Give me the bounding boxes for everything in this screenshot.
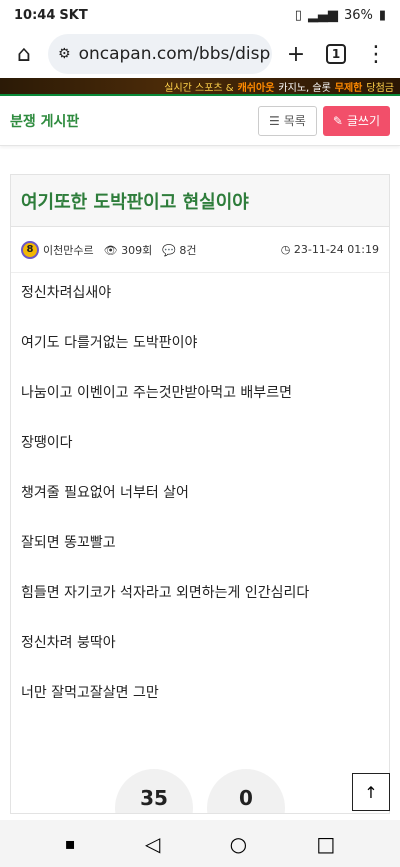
body-line: 챙겨줄 필요없어 너부터 살어 — [21, 485, 189, 501]
scroll-to-top-button[interactable]: ↑ — [352, 773, 390, 811]
android-nav-bar: ▪ ◁ ○ □ — [0, 820, 400, 867]
home-icon[interactable]: ⌂ — [8, 38, 40, 70]
post-card: 여기또한 도박판이고 현실이야 8 이천만수르 👁 309회 💬 8건 ◷ 23… — [10, 174, 390, 814]
status-carrier: SKT — [59, 7, 88, 23]
body-line: 잘되면 똥꼬빨고 — [21, 535, 116, 551]
tab-switcher-button[interactable]: 1 — [320, 38, 352, 70]
upvote-button[interactable]: 35 👍 — [115, 769, 193, 813]
comments: 💬 8건 — [162, 242, 196, 258]
board-actions: ☰ 목록 ✎ 글쓰기 — [257, 105, 390, 136]
banner-suffix: 당첨금 — [366, 82, 394, 94]
browser-toolbar: ⌂ ⚙ oncapan.com/bbs/disp + 1 ⋮ — [0, 30, 400, 78]
new-tab-icon[interactable]: + — [280, 38, 312, 70]
body-line: 힘들면 자기코가 석자라고 외면하는게 인간심리다 — [21, 585, 310, 601]
body-line: 여기도 다를거없는 도박판이야 — [21, 335, 198, 351]
promo-banner[interactable]: 실시간 스포츠 & 캐쉬아웃 카지노, 슬롯 무제한 당첨금 — [0, 78, 400, 96]
post-title: 여기또한 도박판이고 현실이야 — [11, 175, 389, 227]
overview-icon[interactable]: □ — [316, 832, 335, 856]
pencil-icon: ✎ — [332, 113, 343, 128]
board-title[interactable]: 분쟁 게시판 — [10, 111, 79, 131]
eye-icon: 👁 — [103, 243, 118, 257]
status-bar: 10:44 SKT ▯ ▂▄▆ 36% ▮ — [0, 0, 400, 30]
author-name: 이천만수르 — [43, 243, 94, 257]
write-button-label: 글쓰기 — [346, 114, 380, 128]
body-line: 너만 잘먹고잘살면 그만 — [21, 685, 159, 701]
author[interactable]: 8 이천만수르 — [21, 240, 94, 259]
post-meta: 8 이천만수르 👁 309회 💬 8건 ◷ 23-11-24 01:19 — [11, 227, 389, 273]
url-bar[interactable]: ⚙ oncapan.com/bbs/disp — [48, 34, 272, 74]
arrow-up-icon: ↑ — [364, 782, 378, 802]
body-line: 나눔이고 이벤이고 주는것만받아먹고 배부르면 — [21, 385, 292, 401]
body-line: 정신차려 붕딱아 — [21, 635, 116, 651]
level-badge-icon: 8 — [21, 240, 39, 259]
body-line: 장땡이다 — [21, 435, 73, 451]
list-icon: ☰ — [268, 113, 280, 128]
write-button[interactable]: ✎ 글쓰기 — [322, 105, 390, 136]
home-nav-icon[interactable]: ○ — [230, 832, 247, 856]
list-button[interactable]: ☰ 목록 — [257, 105, 317, 136]
upvote-count: 35 — [140, 786, 168, 810]
downvote-button[interactable]: 0 👎 — [207, 769, 285, 813]
clock-icon: ◷ — [280, 243, 291, 256]
battery-icon: ▮ — [378, 7, 386, 23]
list-button-label: 목록 — [283, 114, 306, 128]
vote-area: 35 👍 0 👎 — [21, 769, 379, 813]
signal-icon: ▂▄▆ — [307, 7, 338, 23]
comment-count: 8건 — [179, 243, 197, 257]
site-settings-icon[interactable]: ⚙ — [58, 46, 71, 62]
views: 👁 309회 — [104, 242, 153, 258]
tab-count: 1 — [326, 44, 346, 64]
banner-prefix: 실시간 스포츠 & — [164, 82, 234, 94]
banner-middle: 카지노, 슬롯 — [278, 82, 331, 94]
back-icon[interactable]: ◁ — [145, 832, 160, 856]
vibrate-icon: ▯ — [294, 7, 302, 23]
url-text: oncapan.com/bbs/disp — [78, 44, 271, 64]
post-date: ◷ 23-11-24 01:19 — [281, 243, 379, 256]
status-right: ▯ ▂▄▆ 36% ▮ — [295, 8, 386, 23]
post-date-text: 23-11-24 01:19 — [293, 243, 379, 256]
downvote-count: 0 — [239, 786, 253, 810]
status-time: 10:44 — [14, 7, 56, 23]
post-body: 정신차려십새야 여기도 다를거없는 도박판이야 나눔이고 이벤이고 주는것만받아… — [11, 273, 389, 813]
body-line: 정신차려십새야 — [21, 285, 112, 301]
banner-casino: 캐쉬아웃 — [237, 82, 275, 94]
board-header: 분쟁 게시판 ☰ 목록 ✎ 글쓰기 — [0, 96, 400, 146]
battery-percent: 36% — [343, 7, 373, 23]
more-menu-icon[interactable]: ⋮ — [360, 38, 392, 70]
view-count: 309회 — [121, 243, 153, 257]
banner-unlimited: 무제한 — [334, 82, 363, 94]
recents-icon[interactable]: ▪ — [65, 834, 76, 853]
comment-icon: 💬 — [162, 243, 176, 257]
